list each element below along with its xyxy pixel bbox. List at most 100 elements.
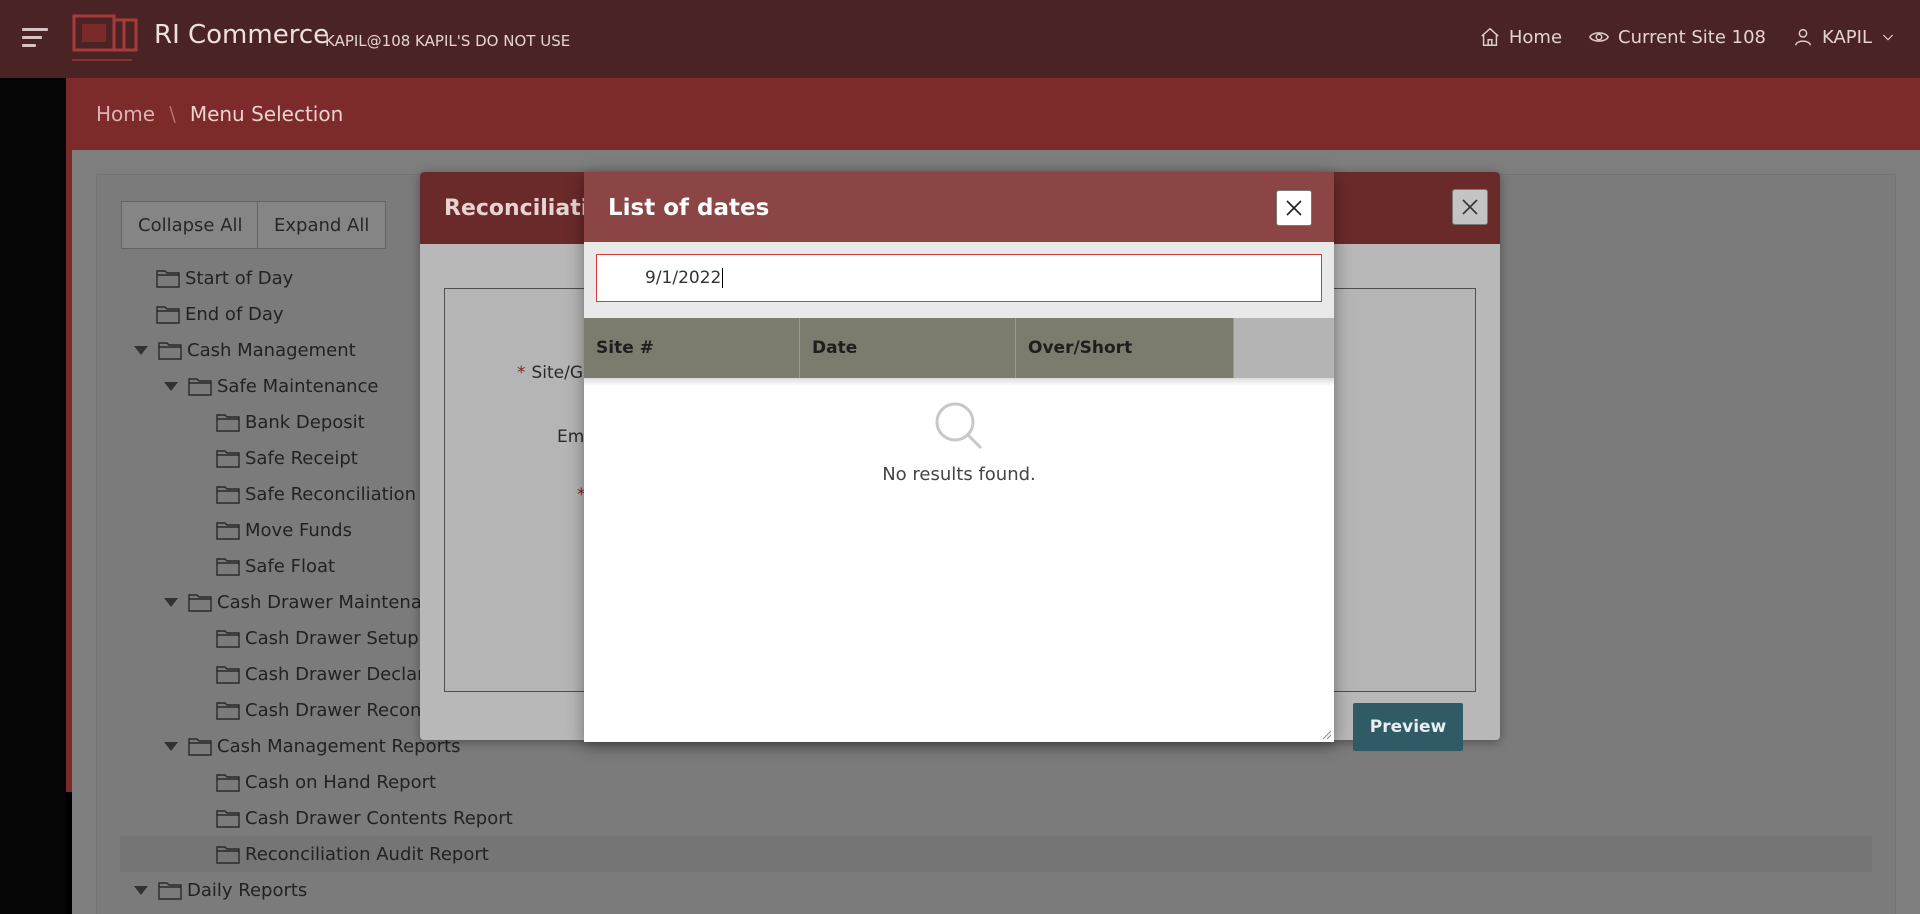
- tree-item-label: Safe Float: [245, 555, 336, 577]
- dates-close-button[interactable]: [1276, 190, 1312, 226]
- eye-icon: [1589, 32, 1610, 42]
- tree-item-label: Cash Drawer Declarati: [245, 663, 448, 685]
- tree-item-label: Safe Receipt: [245, 447, 358, 469]
- top-header: RI Commerce KAPIL@108 KAPIL'S DO NOT USE…: [0, 0, 1920, 78]
- caret-down-icon[interactable]: [134, 345, 148, 355]
- caret-down-icon[interactable]: [164, 381, 178, 391]
- folder-icon: [216, 808, 240, 828]
- tree-item[interactable]: Bank Deposit: [216, 404, 365, 440]
- nav-home-label: Home: [1508, 26, 1563, 48]
- folder-icon: [216, 664, 240, 684]
- tree-item[interactable]: Move Funds: [216, 512, 352, 548]
- column-site[interactable]: Site #: [584, 318, 800, 378]
- folder-icon: [216, 844, 240, 864]
- tree-item-label: Bank Deposit: [245, 411, 365, 433]
- tree-item-label: Cash on Hand Report: [245, 771, 437, 793]
- tree-item[interactable]: Cash Drawer Setup: [216, 620, 419, 656]
- user-menu[interactable]: KAPIL: [1792, 26, 1896, 48]
- chevron-down-icon: [1882, 34, 1894, 41]
- dates-grid-header: Site # Date Over/Short: [584, 318, 1334, 378]
- folder-icon: [188, 592, 212, 612]
- tree-item-label: Start of Day: [185, 267, 294, 289]
- folder-icon: [156, 304, 180, 324]
- empty-state: No results found.: [584, 400, 1334, 485]
- search-input-value: 9/1/2022: [645, 268, 722, 288]
- tree-item[interactable]: Cash Drawer Contents Report: [216, 800, 513, 836]
- folder-icon: [216, 412, 240, 432]
- tree-item-label: Move Funds: [245, 519, 352, 541]
- site-field-label: * Site/Gr: [517, 363, 591, 383]
- tree-item-label: Daily Reports: [187, 879, 308, 901]
- tree-item[interactable]: Cash Drawer Declarati: [216, 656, 448, 692]
- tree-item[interactable]: Cash Management: [134, 332, 356, 368]
- breadcrumb-current: Menu Selection: [189, 102, 344, 126]
- tree-item-label: Safe Maintenance: [217, 375, 379, 397]
- collapse-all-button[interactable]: Collapse All: [121, 201, 260, 249]
- tree-item-label: Cash Drawer Maintenance: [217, 591, 455, 613]
- folder-icon: [158, 340, 182, 360]
- nav-home-link[interactable]: Home: [1479, 26, 1562, 48]
- close-icon: [1286, 200, 1302, 216]
- reconciliation-close-button[interactable]: [1452, 189, 1488, 225]
- current-site-label: Current Site 108: [1618, 26, 1766, 48]
- menu-toggle-icon[interactable]: [22, 28, 48, 50]
- resize-handle-icon[interactable]: [1320, 728, 1332, 740]
- close-icon: [1462, 199, 1478, 215]
- tree-item[interactable]: End of Day: [156, 296, 284, 332]
- user-name: KAPIL: [1822, 26, 1872, 48]
- folder-icon: [158, 880, 182, 900]
- nav-current-site[interactable]: Current Site 108: [1588, 26, 1766, 48]
- folder-icon: [216, 484, 240, 504]
- folder-icon: [188, 376, 212, 396]
- search-icon: [935, 402, 983, 450]
- company-logo: [72, 14, 138, 61]
- caret-down-icon[interactable]: [164, 597, 178, 607]
- user-icon: [1794, 28, 1812, 46]
- preview-button[interactable]: Preview: [1353, 703, 1463, 751]
- expand-all-button[interactable]: Expand All: [257, 201, 387, 249]
- tree-item[interactable]: Safe Receipt: [216, 440, 358, 476]
- tree-item[interactable]: Safe Reconciliation: [216, 476, 416, 512]
- breadcrumb-separator: \: [169, 102, 176, 126]
- tree-item[interactable]: Cash Drawer Maintenance: [164, 584, 454, 620]
- tree-item[interactable]: Cash on Hand Report: [216, 764, 436, 800]
- column-spacer: [1234, 318, 1334, 378]
- folder-icon: [216, 772, 240, 792]
- tree-item[interactable]: Start of Day: [156, 260, 293, 296]
- caret-down-icon[interactable]: [164, 741, 178, 751]
- folder-icon: [216, 520, 240, 540]
- tree-item[interactable]: Cash Drawer Reconcili: [216, 692, 446, 728]
- reconciliation-dialog-title: Reconciliatio: [444, 196, 604, 221]
- tree-item-label: End of Day: [185, 303, 284, 325]
- tree-item[interactable]: Safe Float: [216, 548, 335, 584]
- tree-item-label: Cash Drawer Setup: [245, 627, 419, 649]
- folder-icon: [216, 700, 240, 720]
- column-date[interactable]: Date: [800, 318, 1016, 378]
- tree-item-label: Safe Reconciliation: [245, 483, 417, 505]
- folder-icon: [188, 736, 212, 756]
- app-subtitle: KAPIL@108 KAPIL'S DO NOT USE: [325, 32, 571, 50]
- folder-icon: [216, 556, 240, 576]
- caret-down-icon[interactable]: [134, 885, 148, 895]
- tree-item[interactable]: Reconciliation Audit Report: [216, 836, 489, 872]
- no-results-text: No results found.: [882, 464, 1036, 485]
- home-icon: [1481, 27, 1499, 46]
- dates-dialog-title: List of dates: [608, 195, 770, 221]
- tree-item-label: Reconciliation Audit Report: [245, 843, 489, 865]
- tree-item[interactable]: Daily Reports: [134, 872, 307, 908]
- list-of-dates-dialog: List of dates 9/1/2022 Site # Date Over/…: [584, 172, 1334, 742]
- breadcrumb: Home \ Menu Selection: [72, 78, 1920, 150]
- column-over-short[interactable]: Over/Short: [1016, 318, 1234, 378]
- tree-item[interactable]: Safe Maintenance: [164, 368, 379, 404]
- tree-item-label: Cash Drawer Reconcili: [245, 699, 447, 721]
- tree-item[interactable]: Cash Management Reports: [164, 728, 460, 764]
- folder-icon: [216, 628, 240, 648]
- left-sidebar-collapsed: [0, 78, 72, 914]
- folder-icon: [216, 448, 240, 468]
- app-title: RI Commerce: [154, 20, 330, 50]
- breadcrumb-home-link[interactable]: Home: [96, 102, 155, 126]
- dates-search-input[interactable]: 9/1/2022: [596, 254, 1322, 302]
- folder-icon: [156, 268, 180, 288]
- tree-item-label: Cash Management: [187, 339, 356, 361]
- tree-item-label: Cash Drawer Contents Report: [245, 807, 513, 829]
